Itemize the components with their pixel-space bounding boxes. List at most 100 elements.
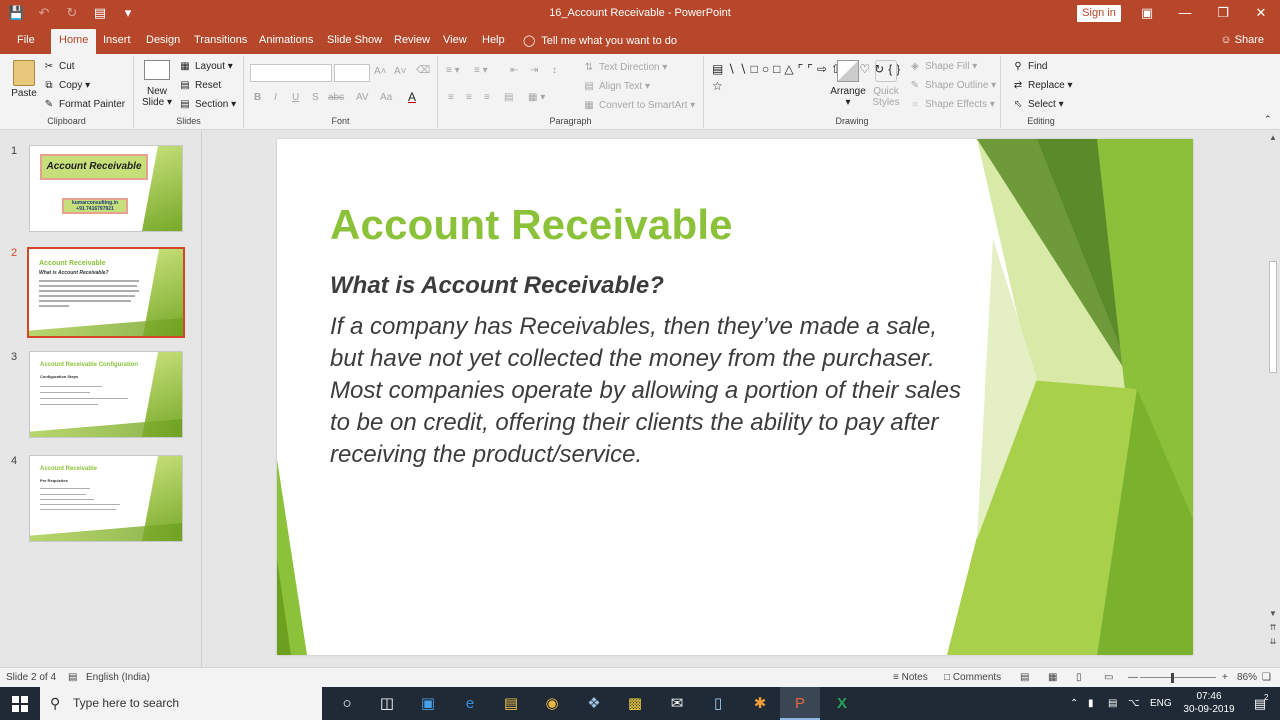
select-button[interactable]: ⬁ Select ▾ bbox=[1011, 99, 1064, 110]
app-icon[interactable]: ✱ bbox=[740, 687, 780, 720]
powerpoint-icon[interactable]: P bbox=[780, 687, 820, 720]
tab-animations[interactable]: Animations bbox=[259, 34, 313, 46]
show-hidden-icons-icon[interactable]: ⌃ bbox=[1070, 687, 1078, 720]
text-shadow-button[interactable]: S bbox=[312, 92, 319, 103]
paste-button[interactable]: Paste bbox=[6, 60, 42, 99]
quick-styles-button[interactable]: Quick Styles bbox=[868, 60, 904, 108]
justify-icon[interactable]: ▤ bbox=[504, 92, 513, 103]
reset-button[interactable]: ▤ Reset bbox=[178, 80, 221, 91]
comments-button[interactable]: □ Comments bbox=[944, 672, 1001, 683]
sticky-notes-icon[interactable]: ▩ bbox=[615, 687, 655, 720]
cortana-icon[interactable]: ○ bbox=[327, 687, 367, 720]
tab-review[interactable]: Review bbox=[394, 34, 430, 46]
next-slide-icon[interactable]: ⇊ bbox=[1266, 637, 1280, 646]
tab-file[interactable]: File bbox=[17, 34, 35, 46]
change-case-button[interactable]: Aa bbox=[380, 92, 392, 103]
spellcheck-icon[interactable]: ▤ bbox=[68, 672, 77, 683]
shapes-gallery[interactable]: ▤∖∖□○□△⌜⌜⇨⇧⬠♡↻{}☆ bbox=[712, 61, 900, 95]
store-icon[interactable]: ▣ bbox=[408, 687, 448, 720]
tab-home[interactable]: Home bbox=[51, 29, 97, 54]
previous-slide-icon[interactable]: ⇈ bbox=[1266, 623, 1280, 632]
mail-icon[interactable]: ✉ bbox=[657, 687, 697, 720]
vertical-scrollbar[interactable]: ▲ ▼ ⇈ ⇊ bbox=[1266, 131, 1280, 667]
slide-thumbnail-3[interactable]: Account Receivable Configuration Configu… bbox=[29, 351, 183, 438]
align-text-button[interactable]: ▤ Align Text ▾ bbox=[582, 81, 650, 92]
close-button[interactable]: ✕ bbox=[1242, 0, 1280, 28]
tab-insert[interactable]: Insert bbox=[103, 34, 131, 46]
notes-button[interactable]: ≡ Notes bbox=[893, 672, 928, 683]
convert-to-smartart-button[interactable]: ▦ Convert to SmartArt ▾ bbox=[582, 100, 695, 111]
align-center-icon[interactable]: ≡ bbox=[466, 92, 472, 103]
layout-button[interactable]: ▦ Layout ▾ bbox=[178, 61, 233, 72]
decrease-font-icon[interactable]: A˅ bbox=[394, 66, 407, 77]
slideshow-icon[interactable]: ▭ bbox=[1104, 672, 1113, 683]
arrange-button[interactable]: Arrange ▾ bbox=[828, 60, 868, 108]
tell-me-search[interactable]: ◯ Tell me what you want to do bbox=[523, 34, 677, 47]
align-right-icon[interactable]: ≡ bbox=[484, 92, 490, 103]
file-explorer-icon[interactable]: ▤ bbox=[491, 687, 531, 720]
find-button[interactable]: ⚲ Find bbox=[1011, 61, 1047, 72]
increase-font-icon[interactable]: A˄ bbox=[374, 66, 387, 77]
chrome-icon[interactable]: ◉ bbox=[532, 687, 572, 720]
taskbar-search[interactable]: ⚲ Type here to search bbox=[40, 687, 322, 720]
scroll-down-icon[interactable]: ▼ bbox=[1266, 609, 1280, 618]
share-button[interactable]: ☺ Share bbox=[1220, 34, 1264, 46]
battery-icon[interactable]: ▮ bbox=[1088, 687, 1094, 720]
slide-thumbnail-2[interactable]: Account Receivable What is Account Recei… bbox=[27, 247, 185, 338]
shape-outline-button[interactable]: ✎ Shape Outline ▾ bbox=[908, 80, 996, 91]
excel-icon[interactable]: X bbox=[822, 687, 862, 720]
wifi-icon[interactable]: ⌥ bbox=[1128, 687, 1140, 720]
font-name-field[interactable] bbox=[250, 64, 332, 82]
cut-button[interactable]: ✂ Cut bbox=[42, 61, 75, 72]
zoom-in-icon[interactable]: + bbox=[1222, 672, 1228, 683]
start-button[interactable] bbox=[0, 687, 40, 720]
slide-sorter-icon[interactable]: ▦ bbox=[1048, 672, 1057, 683]
collapse-ribbon-icon[interactable]: ⌃ bbox=[1264, 114, 1272, 125]
language-indicator-tray[interactable]: ENG bbox=[1150, 687, 1172, 720]
minimize-button[interactable]: — bbox=[1166, 0, 1204, 28]
slide-title[interactable]: Account Receivable bbox=[330, 201, 733, 249]
ribbon-display-options-icon[interactable]: ▣ bbox=[1128, 0, 1166, 28]
task-view-icon[interactable]: ◫ bbox=[367, 687, 407, 720]
tab-transitions[interactable]: Transitions bbox=[194, 34, 247, 46]
maximize-button[interactable]: ❐ bbox=[1204, 0, 1242, 28]
italic-button[interactable]: I bbox=[274, 92, 277, 103]
decrease-indent-icon[interactable]: ⇤ bbox=[510, 65, 518, 76]
scroll-up-icon[interactable]: ▲ bbox=[1266, 133, 1280, 142]
numbering-icon[interactable]: ≡ ▾ bbox=[474, 65, 488, 76]
format-painter-button[interactable]: ✎ Format Painter bbox=[42, 99, 125, 110]
replace-button[interactable]: ⇄ Replace ▾ bbox=[1011, 80, 1073, 91]
zoom-out-icon[interactable]: — bbox=[1128, 672, 1138, 683]
character-spacing-button[interactable]: AV bbox=[356, 92, 369, 103]
text-direction-button[interactable]: ⇅ Text Direction ▾ bbox=[582, 62, 668, 73]
tab-slide-show[interactable]: Slide Show bbox=[327, 34, 382, 46]
current-slide[interactable]: Account Receivable What is Account Recei… bbox=[277, 139, 1193, 655]
clock[interactable]: 07:46 30-09-2019 bbox=[1178, 690, 1240, 716]
columns-icon[interactable]: ▦ ▾ bbox=[528, 92, 545, 103]
notifications-icon[interactable]: ▤ 2 bbox=[1240, 687, 1280, 720]
bold-button[interactable]: B bbox=[254, 92, 261, 103]
copy-button[interactable]: ⧉ Copy ▾ bbox=[42, 80, 90, 91]
edge-icon[interactable]: e bbox=[450, 687, 490, 720]
slide-thumbnail-4[interactable]: Account Receivable Pre Requisites bbox=[29, 455, 183, 542]
zoom-slider-thumb[interactable] bbox=[1171, 673, 1174, 683]
zoom-slider[interactable] bbox=[1140, 677, 1216, 678]
zoom-level[interactable]: 86% bbox=[1237, 672, 1257, 683]
tab-help[interactable]: Help bbox=[482, 34, 505, 46]
section-button[interactable]: ▤ Section ▾ bbox=[178, 99, 236, 110]
shape-fill-button[interactable]: ◈ Shape Fill ▾ bbox=[908, 61, 977, 72]
language-indicator[interactable]: English (India) bbox=[86, 672, 150, 683]
clear-formatting-icon[interactable]: ⌫ bbox=[416, 65, 430, 76]
slide-body-text[interactable]: If a company has Receivables, then they’… bbox=[330, 311, 970, 471]
tab-design[interactable]: Design bbox=[146, 34, 180, 46]
shape-effects-button[interactable]: ○ Shape Effects ▾ bbox=[908, 99, 995, 110]
scrollbar-thumb[interactable] bbox=[1269, 261, 1277, 373]
bullets-icon[interactable]: ≡ ▾ bbox=[446, 65, 460, 76]
line-spacing-icon[interactable]: ↕ bbox=[552, 65, 557, 76]
sign-in-button[interactable]: Sign in bbox=[1077, 5, 1121, 22]
font-size-field[interactable] bbox=[334, 64, 370, 82]
app-icon[interactable]: ❖ bbox=[574, 687, 614, 720]
align-left-icon[interactable]: ≡ bbox=[448, 92, 454, 103]
increase-indent-icon[interactable]: ⇥ bbox=[530, 65, 538, 76]
new-slide-button[interactable]: New Slide ▾ bbox=[140, 60, 174, 108]
